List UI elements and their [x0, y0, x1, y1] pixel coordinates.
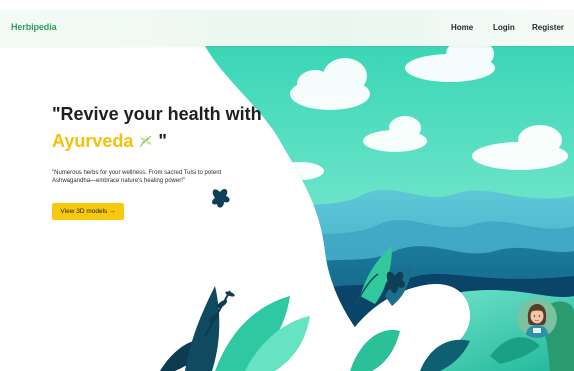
hero-title-end: " — [158, 131, 167, 151]
brand-logo[interactable]: Herbipedia — [11, 22, 57, 32]
leaf-icon — [139, 135, 152, 148]
assistant-avatar[interactable] — [517, 298, 557, 338]
hero-description: "Numerous herbs for your wellness. From … — [52, 170, 222, 184]
nav-link-home[interactable]: Home — [451, 23, 473, 32]
nav-link-login[interactable]: Login — [493, 23, 515, 32]
page-frame: Herbipedia Home Login Register "Revive y… — [0, 0, 574, 371]
butterfly-icon — [212, 189, 230, 208]
hero-title-line1: "Revive your health with — [52, 104, 262, 124]
foliage-left — [160, 286, 310, 371]
nav-link-register[interactable]: Register — [532, 23, 564, 32]
avatar-assistant-icon — [517, 298, 557, 338]
hero-title-accent: Ayurveda — [52, 131, 134, 151]
hero-title-line2: Ayurveda " — [52, 130, 167, 152]
navbar: Herbipedia Home Login Register — [0, 10, 574, 46]
view-3d-models-button[interactable]: View 3D models → — [52, 203, 124, 220]
